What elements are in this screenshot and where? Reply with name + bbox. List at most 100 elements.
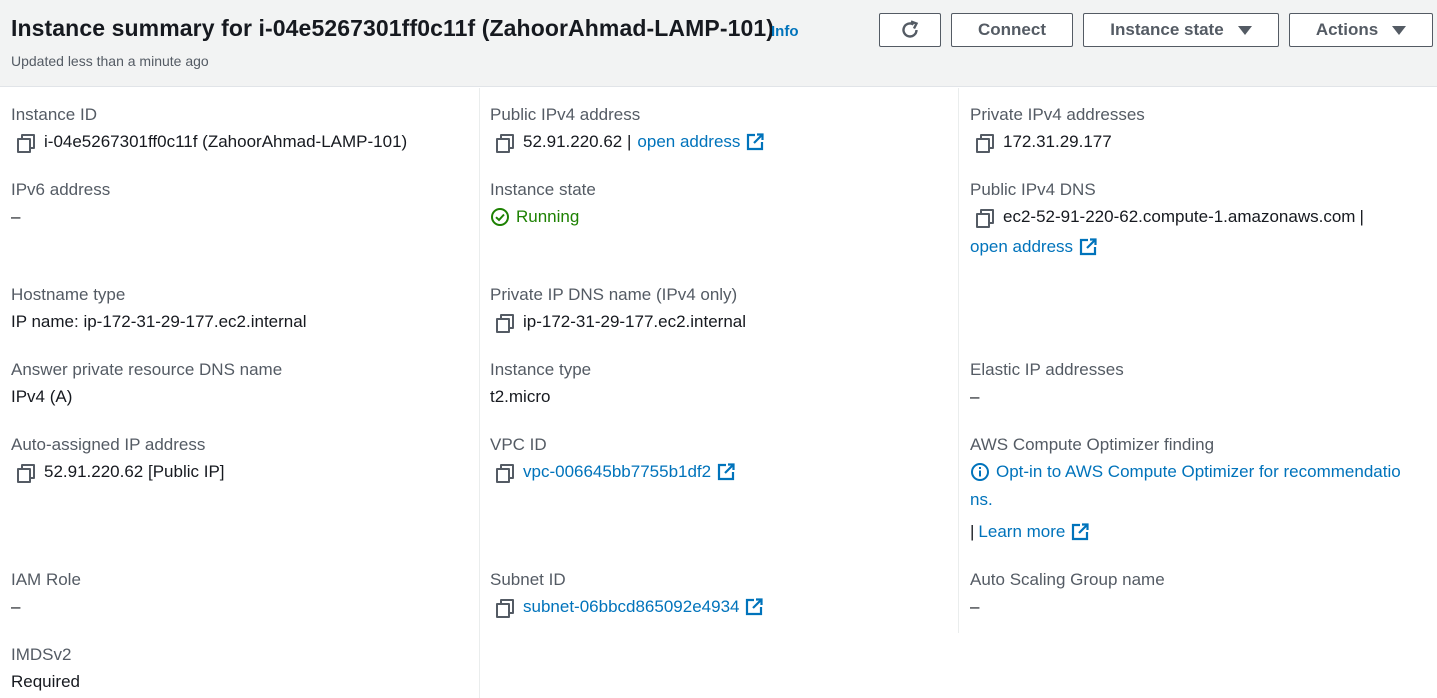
info-link[interactable]: Info: [771, 23, 799, 40]
optimizer-optin-link[interactable]: Opt-in to AWS Compute Optimizer for reco…: [996, 462, 1401, 482]
subnet-id-link[interactable]: subnet-06bbcd865092e4934: [523, 597, 739, 617]
field-label: VPC ID: [490, 435, 547, 454]
field-label: Subnet ID: [490, 570, 566, 589]
field-label: IPv6 address: [11, 180, 111, 199]
optimizer-optin-link-cont[interactable]: ns.: [970, 490, 993, 510]
check-circle-icon: [491, 208, 509, 226]
external-link-icon[interactable]: [745, 598, 763, 616]
column-divider: [479, 88, 480, 698]
copy-icon[interactable]: [495, 463, 514, 483]
instance-state-label: Instance state: [1110, 20, 1224, 39]
instance-state-value: Running: [516, 207, 580, 226]
answer-dns-value: IPv4 (A): [11, 387, 73, 406]
refresh-icon: [902, 20, 919, 38]
copy-icon[interactable]: [495, 133, 514, 153]
public-ipv4-value: 52.91.220.62 |: [523, 132, 632, 151]
field-value: 172.31.29.177: [975, 132, 1112, 153]
private-ipv4-value: 172.31.29.177: [1003, 132, 1112, 151]
instance-state-button[interactable]: Instance state: [1083, 13, 1279, 47]
hostname-type-value: IP name: ip-172-31-29-177.ec2.internal: [11, 312, 307, 331]
actions-button[interactable]: Actions: [1289, 13, 1433, 47]
connect-label: Connect: [978, 20, 1046, 39]
field-public-ipv4: Public IPv4 address: [490, 105, 640, 125]
field-value: Running: [490, 207, 579, 227]
copy-icon[interactable]: [975, 133, 994, 153]
field-vpc-id: VPC ID: [490, 435, 547, 455]
field-private-ipv4: Private IPv4 addresses: [970, 105, 1145, 125]
field-value[interactable]: Opt-in to AWS Compute Optimizer for reco…: [970, 462, 1401, 482]
field-asg-name: Auto Scaling Group name: [970, 570, 1165, 590]
field-label: IMDSv2: [11, 645, 72, 664]
copy-icon[interactable]: [16, 463, 35, 483]
separator: |: [970, 522, 975, 541]
field-label: Instance type: [490, 360, 592, 379]
field-label: Private IP DNS name (IPv4 only): [490, 285, 738, 304]
caret-down-icon: [1392, 25, 1407, 35]
external-link-icon[interactable]: [746, 133, 764, 151]
external-link-icon[interactable]: [717, 463, 735, 481]
field-value: open address: [970, 237, 1097, 257]
field-public-dns: Public IPv4 DNS: [970, 180, 1096, 200]
field-value: | Learn more: [970, 522, 1089, 542]
connect-button[interactable]: Connect: [951, 13, 1073, 47]
caret-down-icon: [1237, 25, 1252, 35]
field-auto-ip: Auto-assigned IP address: [11, 435, 205, 455]
learn-more-link[interactable]: Learn more: [978, 522, 1065, 542]
field-label: Public IPv4 DNS: [970, 180, 1096, 199]
field-hostname-type: Hostname type: [11, 285, 125, 305]
elastic-ip-value: –: [970, 387, 980, 406]
field-label: Elastic IP addresses: [970, 360, 1124, 379]
field-value: ec2-52-91-220-62.compute-1.amazonaws.com…: [975, 207, 1364, 228]
field-value: ip-172-31-29-177.ec2.internal: [495, 312, 747, 333]
field-label: Instance ID: [11, 105, 97, 124]
field-label: Auto Scaling Group name: [970, 570, 1165, 589]
field-instance-state: Instance state: [490, 180, 596, 200]
actions-label: Actions: [1315, 20, 1379, 39]
field-value: 52.91.220.62 | open address: [495, 132, 764, 153]
open-address-link[interactable]: open address: [970, 237, 1073, 257]
vpc-id-link[interactable]: vpc-006645bb7755b1df2: [523, 462, 711, 482]
page-title: Instance summary for i-04e5267301ff0c11f…: [11, 15, 775, 41]
field-label: AWS Compute Optimizer finding: [970, 435, 1215, 454]
field-value: i-04e5267301ff0c11f (ZahoorAhmad-LAMP-10…: [16, 132, 408, 153]
open-address-link[interactable]: open address: [637, 132, 740, 152]
field-label: Auto-assigned IP address: [11, 435, 206, 454]
field-elastic-ip: Elastic IP addresses: [970, 360, 1124, 380]
separator: |: [1359, 207, 1364, 226]
iam-role-value: –: [11, 597, 21, 616]
updated-status: Updated less than a minute ago: [11, 53, 209, 69]
ipv6-value: –: [11, 207, 21, 226]
external-link-icon[interactable]: [1079, 238, 1097, 256]
instance-id-value: i-04e5267301ff0c11f (ZahoorAhmad-LAMP-10…: [44, 132, 408, 151]
field-instance-id: Instance ID: [11, 105, 97, 125]
field-imdsv2: IMDSv2: [11, 645, 71, 665]
info-circle-icon: [971, 463, 989, 481]
page-header: Instance summary for i-04e5267301ff0c11f…: [0, 0, 1437, 87]
field-label: Private IPv4 addresses: [970, 105, 1145, 124]
copy-icon[interactable]: [495, 313, 514, 333]
field-value: vpc-006645bb7755b1df2: [495, 462, 735, 483]
field-subnet-id: Subnet ID: [490, 570, 566, 590]
field-label: IAM Role: [11, 570, 81, 589]
instance-type-value: t2.micro: [490, 387, 551, 406]
external-link-icon[interactable]: [1071, 523, 1089, 541]
column-divider: [958, 88, 959, 633]
field-value: 52.91.220.62 [Public IP]: [16, 462, 225, 483]
field-ipv6: IPv6 address: [11, 180, 110, 200]
field-private-dns: Private IP DNS name (IPv4 only): [490, 285, 737, 305]
copy-icon[interactable]: [16, 133, 35, 153]
field-label: Hostname type: [11, 285, 126, 304]
private-dns-value: ip-172-31-29-177.ec2.internal: [523, 312, 747, 331]
field-label: Public IPv4 address: [490, 105, 641, 124]
field-instance-type: Instance type: [490, 360, 591, 380]
copy-icon[interactable]: [495, 598, 514, 618]
field-answer-dns: Answer private resource DNS name: [11, 360, 282, 380]
asg-name-value: –: [970, 597, 980, 616]
copy-icon[interactable]: [975, 208, 994, 228]
field-value: subnet-06bbcd865092e4934: [495, 597, 763, 618]
auto-ip-value: 52.91.220.62 [Public IP]: [44, 462, 225, 481]
field-label: Instance state: [490, 180, 596, 199]
imdsv2-value: Required: [11, 672, 80, 691]
refresh-button[interactable]: [879, 13, 941, 47]
public-dns-value: ec2-52-91-220-62.compute-1.amazonaws.com: [1003, 207, 1356, 226]
